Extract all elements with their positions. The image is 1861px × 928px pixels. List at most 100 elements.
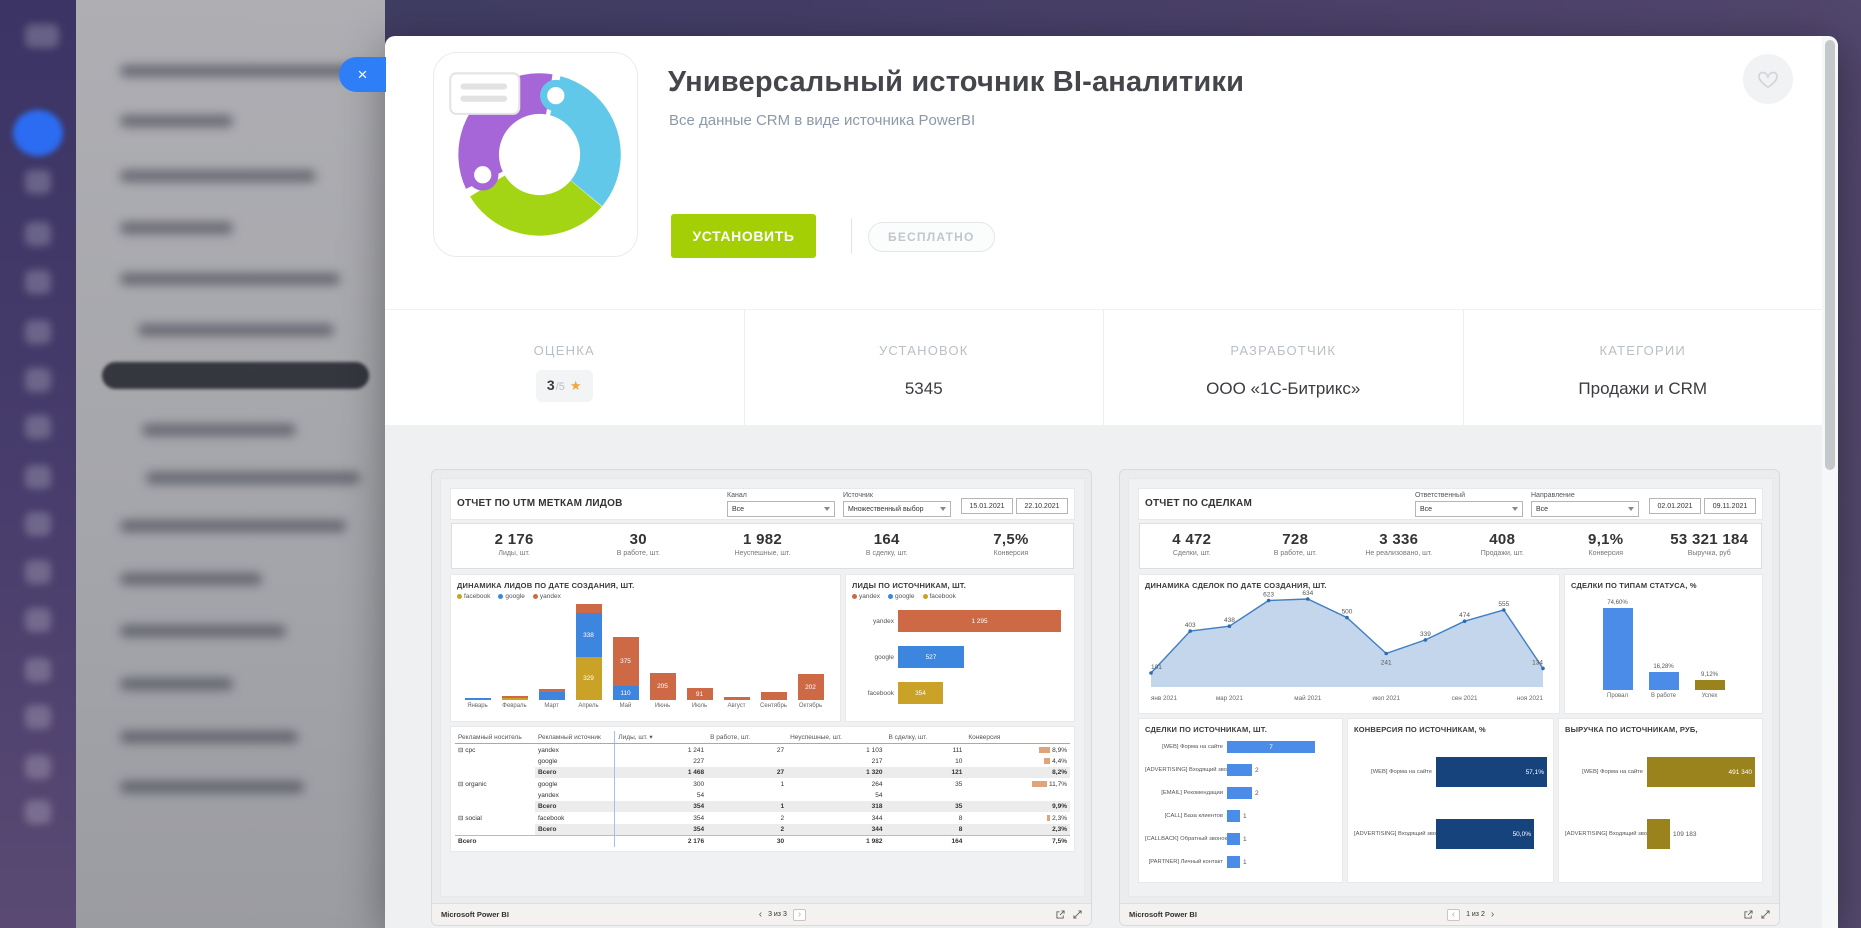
yandex-segment: 375 — [613, 637, 639, 686]
svg-text:500: 500 — [1342, 609, 1353, 616]
hbar-row: facebook354 — [852, 678, 1068, 708]
powerbi-report-deals: ОТЧЕТ ПО СДЕЛКАМ ОтветственныйВсеНаправл… — [1128, 478, 1773, 897]
yandex-segment: 205 — [650, 673, 676, 700]
table-cell — [455, 767, 535, 778]
prev-page-button[interactable]: ‹ — [1447, 909, 1460, 921]
svg-text:мар 2021: мар 2021 — [1216, 695, 1244, 702]
blurred-icon — [25, 222, 51, 246]
table-row: Всего1 468271 3201218,2% — [455, 767, 1070, 778]
google-segment — [465, 698, 491, 700]
hbar-row: yandex1 295 — [852, 606, 1068, 636]
stat-label: КАТЕГОРИИ — [1464, 343, 1823, 358]
report-header: ОТЧЕТ ПО СДЕЛКАМ ОтветственныйВсеНаправл… — [1139, 489, 1762, 519]
stat-label: ОЦЕНКА — [385, 343, 744, 358]
app-icon-donut — [434, 53, 637, 256]
svg-text:янв 2021: янв 2021 — [1151, 695, 1177, 702]
yandex-segment: 202 — [798, 674, 824, 700]
blurred-menu-item — [146, 472, 360, 484]
active-nav-icon — [13, 110, 63, 156]
conversion-panel: КОНВЕРСИЯ ПО ИСТОЧНИКАМ, % [WEB] Форма н… — [1348, 719, 1553, 882]
table-row: Всего354234482,3% — [455, 824, 1070, 836]
bar-value-label: 74,60% — [1607, 600, 1627, 606]
table-row: ⊟ socialfacebook354234482,3% — [455, 812, 1070, 824]
column-header: Рекламный носитель — [455, 731, 535, 744]
app-screenshot-2[interactable]: ОТЧЕТ ПО СДЕЛКАМ ОтветственныйВсеНаправл… — [1119, 469, 1780, 926]
column-header: Рекламный источник — [535, 731, 615, 744]
table-cell: 344 — [787, 812, 885, 824]
modal-scrollbar[interactable] — [1822, 36, 1838, 928]
close-button[interactable]: × — [339, 57, 386, 92]
share-icon — [1744, 910, 1753, 919]
bar-slot: 202Октябрь — [792, 604, 829, 709]
legend-item: facebook — [923, 593, 956, 600]
table-cell — [455, 801, 535, 812]
kpi-cell: 408Продажи, шт. — [1451, 524, 1555, 568]
legend-item: yandex — [852, 593, 880, 600]
chevron-down-icon — [940, 507, 946, 511]
charts-row: СДЕЛКИ ПО ИСТОЧНИКАМ, ШТ. [WEB] Форма на… — [1139, 719, 1762, 882]
bar: 354 — [898, 682, 943, 704]
blurred-icon — [25, 270, 51, 294]
kpi-cell: 30В работе, шт. — [576, 524, 700, 568]
date-filter: 22.10.2021 — [1016, 498, 1068, 514]
price-badge: БЕСПЛАТНО — [868, 222, 995, 252]
report-filter: КаналВсе — [727, 489, 835, 517]
report-title: ОТЧЕТ ПО СДЕЛКАМ — [1145, 489, 1407, 509]
bar-slot: 338329Апрель — [570, 604, 607, 709]
stat-value[interactable]: Продажи и CRM — [1464, 379, 1823, 399]
bar-slot: 205Июнь — [644, 604, 681, 709]
favorite-button[interactable] — [1743, 54, 1793, 104]
sources-bar-chart: yandexgooglefacebookyandex1 295google527… — [852, 593, 1068, 708]
table-cell: 354 — [615, 812, 707, 824]
table-cell: yandex — [535, 790, 615, 801]
install-button[interactable]: УСТАНОВИТЬ — [671, 214, 816, 258]
bar — [1647, 819, 1670, 849]
bar-slot: Январь — [459, 604, 496, 709]
table-cell: ⊟ cpc — [455, 744, 535, 757]
google-segment — [539, 692, 565, 700]
table-cell: ⊟ social — [455, 812, 535, 824]
date-filter: 09.11.2021 — [1704, 498, 1756, 514]
yandex-segment: 91 — [687, 688, 713, 700]
table-row: yandex5454 — [455, 790, 1070, 801]
app-subtitle: Все данные CRM в виде источника PowerBI — [669, 112, 975, 129]
table-cell: 30 — [707, 836, 787, 848]
star-icon: ★ — [570, 378, 582, 393]
crm-menu-sidebar — [76, 0, 385, 928]
report-filters: КаналВсеИсточникМножественный выбор — [719, 489, 951, 517]
column-header: Лиды, шт. ▾ — [615, 731, 707, 744]
bar: 57,1% — [1436, 757, 1547, 787]
legend-item: yandex — [533, 593, 561, 600]
scrollbar-thumb[interactable] — [1825, 40, 1835, 470]
report-pager: ‹ 3 из 3 › — [759, 909, 806, 921]
prev-page-button[interactable]: ‹ — [759, 910, 762, 920]
expand-icon — [1761, 910, 1770, 919]
page-indicator: 3 из 3 — [768, 911, 787, 918]
stat-value: ООО «1С-Битрикс» — [1104, 379, 1463, 399]
table-cell: 1 468 — [615, 767, 707, 778]
next-page-button[interactable]: › — [793, 909, 806, 921]
chart-legend: yandexgooglefacebook — [852, 593, 1068, 600]
table-row: google227217104,4% — [455, 756, 1070, 767]
table-cell: 354 — [615, 824, 707, 836]
table-cell: 10 — [885, 756, 965, 767]
deal-sources-panel: СДЕЛКИ ПО ИСТОЧНИКАМ, ШТ. [WEB] Форма на… — [1139, 719, 1342, 882]
bar-category-label: Успех — [1702, 693, 1718, 699]
bar — [1649, 672, 1679, 690]
report-date-filters: 02.01.202109.11.2021 — [1649, 489, 1756, 514]
app-screenshot-1[interactable]: ОТЧЕТ ПО UTM МЕТКАМ ЛИДОВ КаналВсеИсточн… — [431, 469, 1092, 926]
screenshot-body: ОТЧЕТ ПО СДЕЛКАМ ОтветственныйВсеНаправл… — [1120, 470, 1779, 903]
svg-text:241: 241 — [1381, 660, 1392, 667]
table-cell: 318 — [787, 801, 885, 812]
conversion-bar — [1032, 781, 1047, 787]
powerbi-brand: Microsoft Power BI — [441, 910, 509, 919]
next-page-button[interactable]: › — [1491, 910, 1494, 920]
table-cell: 264 — [787, 778, 885, 790]
stat-categories: КАТЕГОРИИ Продажи и CRM — [1463, 310, 1823, 426]
table-cell: 54 — [787, 790, 885, 801]
kpi-cell: 728В работе, шт. — [1244, 524, 1348, 568]
conversion-bar — [1047, 815, 1050, 821]
filter-dropdown: Все — [1415, 501, 1523, 517]
main-nav-rail — [0, 0, 76, 928]
facebook-segment — [502, 698, 528, 700]
